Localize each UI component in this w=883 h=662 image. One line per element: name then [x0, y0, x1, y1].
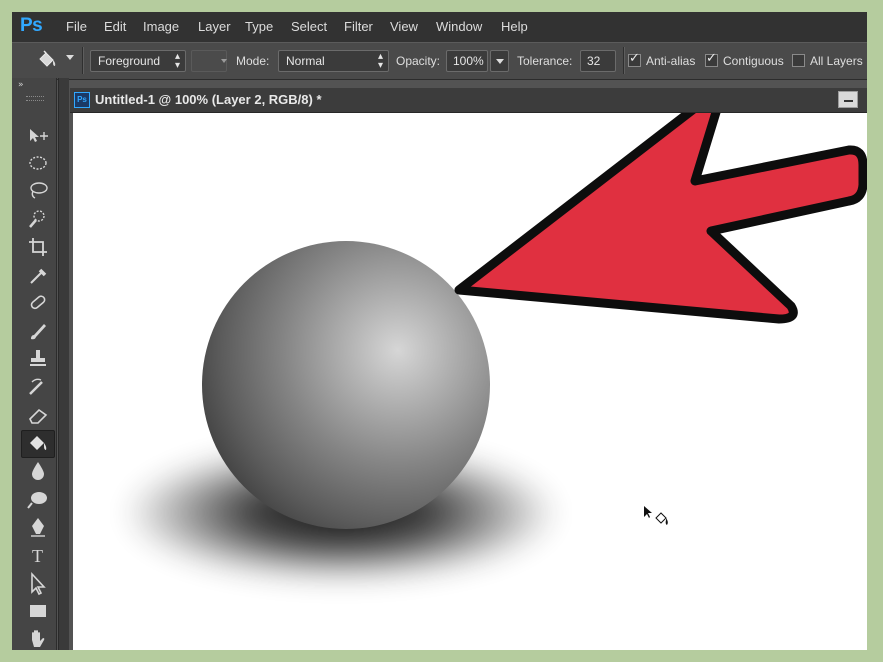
- mode-value: Normal: [286, 54, 325, 68]
- type-icon[interactable]: T: [22, 542, 54, 568]
- brush-icon[interactable]: [22, 318, 54, 344]
- chevron-down-icon: [496, 59, 504, 64]
- dodge-icon[interactable]: [22, 486, 54, 512]
- contiguous-checkbox[interactable]: [705, 51, 718, 67]
- marquee-icon[interactable]: [22, 150, 54, 176]
- contiguous-label: Contiguous: [723, 54, 784, 68]
- menu-file[interactable]: File: [66, 19, 87, 34]
- all-layers-checkbox[interactable]: [792, 54, 805, 67]
- move-icon[interactable]: [22, 122, 54, 148]
- history-brush-icon[interactable]: [22, 374, 54, 400]
- quick-select-icon[interactable]: [22, 206, 54, 232]
- path-select-icon[interactable]: [22, 570, 54, 596]
- opacity-label: Opacity:: [396, 54, 441, 68]
- stamp-icon[interactable]: [22, 346, 54, 372]
- fill-source-select[interactable]: Foreground ▴ ▾: [90, 50, 186, 72]
- menu-filter[interactable]: Filter: [344, 19, 373, 34]
- menu-image[interactable]: Image: [143, 19, 179, 34]
- blur-icon[interactable]: [22, 458, 54, 484]
- panel-divider[interactable]: [58, 78, 69, 650]
- tolerance-value: 32: [587, 54, 601, 68]
- red-arrow-annotation: [454, 113, 867, 324]
- pen-icon[interactable]: [22, 514, 54, 540]
- paint-bucket-icon[interactable]: [21, 430, 55, 458]
- opacity-field[interactable]: 100%: [446, 50, 488, 72]
- svg-text:T: T: [32, 546, 43, 566]
- chevron-down-icon: [221, 59, 227, 63]
- healing-icon[interactable]: [22, 290, 54, 316]
- menu-type[interactable]: Type: [245, 19, 273, 34]
- eyedropper-icon[interactable]: [22, 262, 54, 288]
- all-layers-label: All Layers: [810, 54, 863, 68]
- eraser-icon[interactable]: [22, 402, 54, 428]
- hand-icon[interactable]: [22, 626, 54, 650]
- mode-label: Mode:: [236, 54, 270, 68]
- document-tab-bar: Ps Untitled-1 @ 100% (Layer 2, RGB/8) *: [70, 88, 867, 113]
- menu-view[interactable]: View: [390, 19, 418, 34]
- document-canvas[interactable]: [73, 113, 867, 650]
- menu-select[interactable]: Select: [291, 19, 327, 34]
- rectangle-icon[interactable]: [22, 598, 54, 624]
- anti-alias-checkbox[interactable]: [628, 51, 641, 67]
- lasso-icon[interactable]: [22, 178, 54, 204]
- chevron-updown-icon: ▴ ▾: [174, 51, 180, 71]
- mouse-cursor-icon: [644, 506, 668, 525]
- menu-bar: Ps File Edit Image Layer Type Select Fil…: [12, 12, 867, 42]
- document-title[interactable]: Untitled-1 @ 100% (Layer 2, RGB/8) *: [95, 92, 322, 107]
- ps-document-icon: Ps: [74, 92, 90, 108]
- opacity-value: 100%: [453, 54, 484, 68]
- pattern-picker[interactable]: [191, 50, 227, 72]
- chevron-updown-icon: ▴ ▾: [377, 51, 383, 71]
- paint-bucket-tool-icon[interactable]: [36, 50, 58, 74]
- tolerance-label: Tolerance:: [517, 54, 573, 68]
- options-bar: Foreground ▴ ▾ Mode: Normal ▴ ▾ Opacity: 1…: [12, 42, 867, 80]
- menu-help[interactable]: Help: [501, 19, 528, 34]
- menu-edit[interactable]: Edit: [104, 19, 126, 34]
- tool-preset-dropdown-icon[interactable]: [66, 55, 74, 60]
- crop-icon[interactable]: [22, 234, 54, 260]
- app-logo: Ps: [20, 15, 43, 36]
- tolerance-field[interactable]: 32: [580, 50, 616, 72]
- tools-panel: » T: [12, 78, 57, 650]
- menu-window[interactable]: Window: [436, 19, 482, 34]
- menu-layer[interactable]: Layer: [198, 19, 231, 34]
- gray-sphere: [202, 241, 490, 529]
- photoshop-window: Ps File Edit Image Layer Type Select Fil…: [12, 12, 867, 650]
- panel-collapse-icon[interactable]: »: [18, 80, 24, 90]
- minimize-button[interactable]: [838, 91, 858, 108]
- fill-source-value: Foreground: [98, 54, 161, 68]
- mode-select[interactable]: Normal ▴ ▾: [278, 50, 389, 72]
- opacity-dropdown-button[interactable]: [490, 50, 509, 72]
- minimize-icon: [844, 100, 853, 102]
- canvas-artwork: [121, 113, 867, 583]
- panel-grip[interactable]: [26, 96, 44, 101]
- anti-alias-label: Anti-alias: [646, 54, 696, 68]
